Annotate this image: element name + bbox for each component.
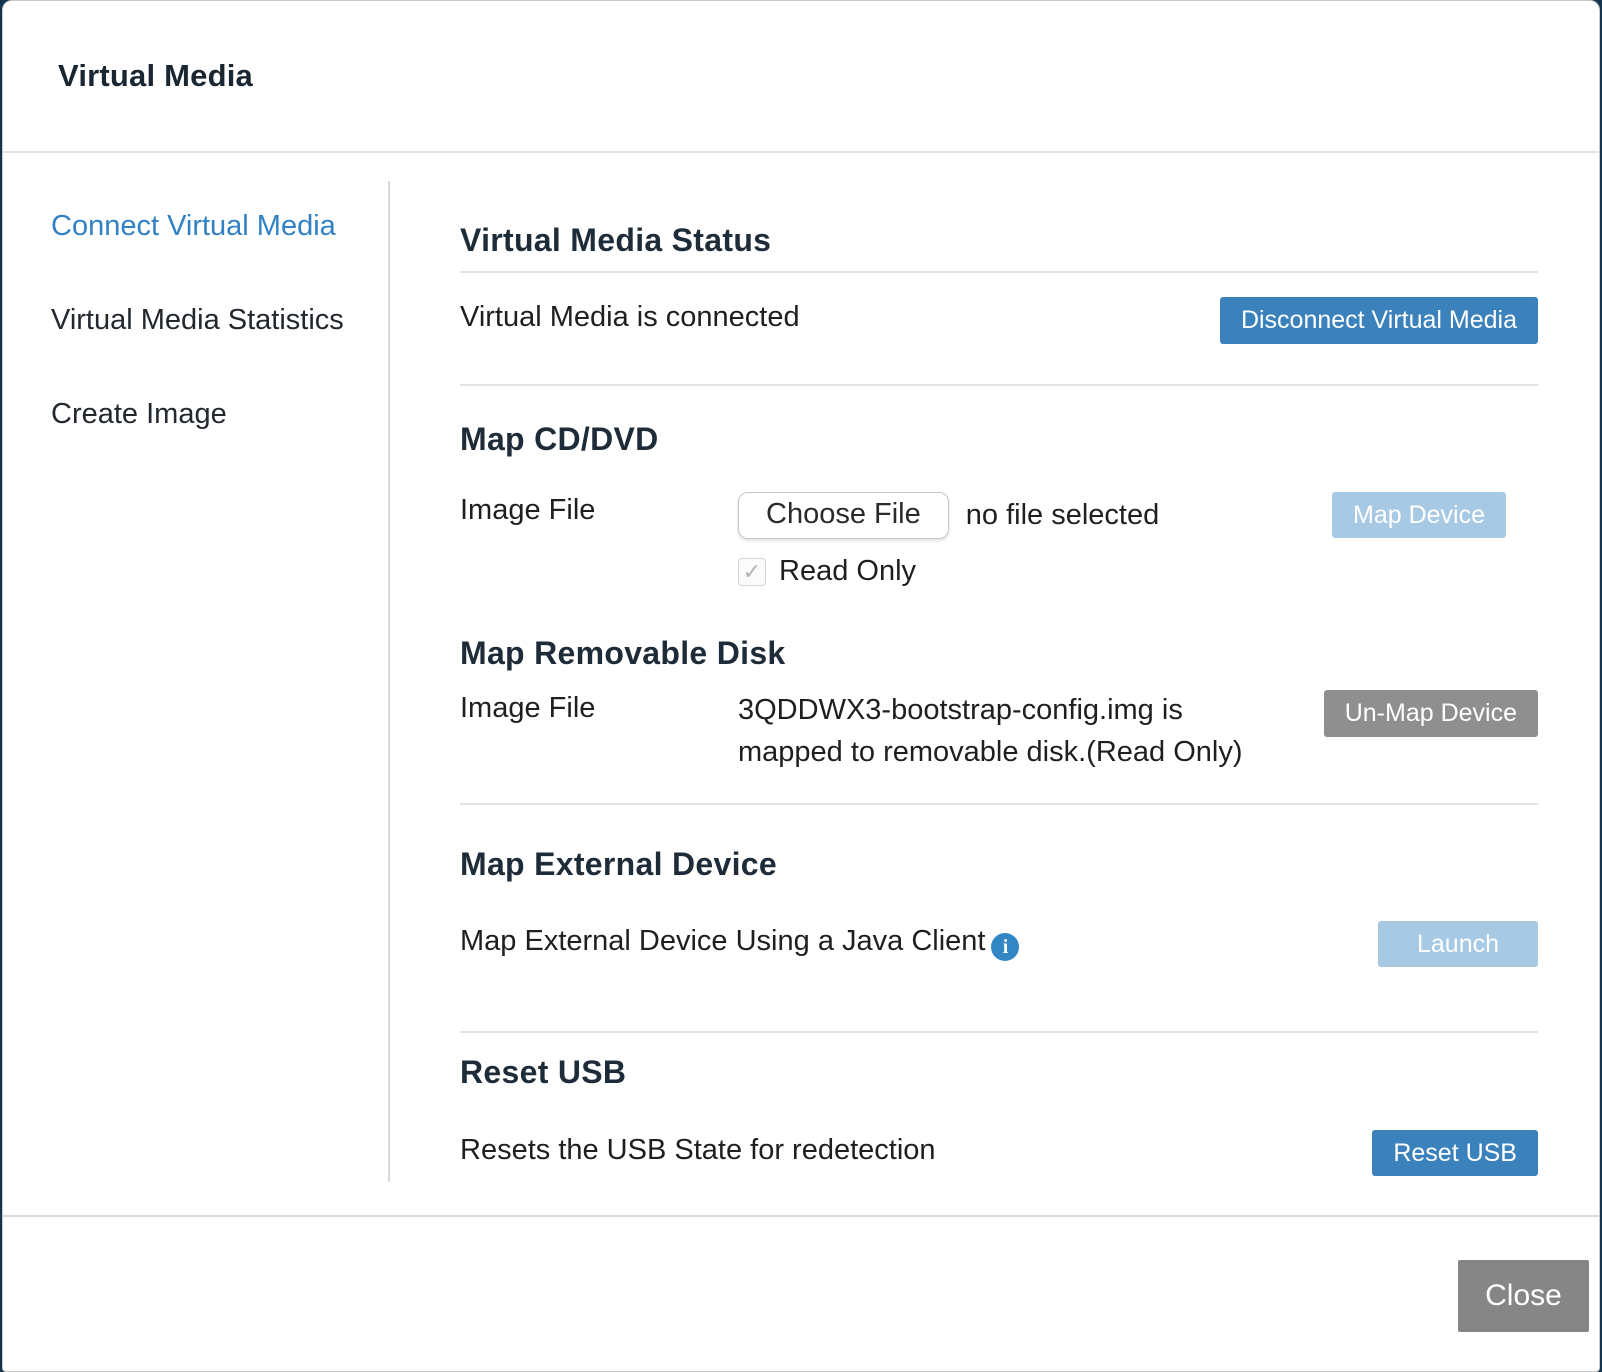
mapped-image-text-line1: 3QDDWX3-bootstrap-config.img is [738,694,1183,727]
disconnect-virtual-media-button[interactable]: Disconnect Virtual Media [1219,297,1538,344]
choose-file-button[interactable]: Choose File [738,492,949,540]
status-message: Virtual Media is connected [460,301,800,334]
unmap-device-button[interactable]: Un-Map Device [1323,690,1538,737]
sidebar-divider [388,181,390,1182]
map-device-button[interactable]: Map Device [1332,492,1506,539]
cd-image-file-label: Image File [460,494,596,527]
reset-usb-button[interactable]: Reset USB [1372,1129,1538,1177]
removable-image-file-label: Image File [460,692,596,725]
java-client-text-label: Map External Device Using a Java Client [460,925,986,958]
mapped-image-text: 3QDDWX3-bootstrap-config.img is mapped t… [738,690,1324,772]
check-icon: ✓ [742,558,762,584]
sidebar-item-create-image[interactable]: Create Image [51,398,390,431]
launch-button[interactable]: Launch [1378,921,1538,968]
section-divider [460,383,1538,386]
section-divider [460,1031,1538,1034]
section-divider [460,802,1538,805]
no-file-selected-text: no file selected [965,499,1160,532]
status-heading-divider [460,271,1538,274]
dialog-body: Connect Virtual Media Virtual Media Stat… [3,153,1599,1215]
dialog-title: Virtual Media [58,58,253,93]
sidebar-item-virtual-media-statistics[interactable]: Virtual Media Statistics [51,304,390,337]
virtual-media-dialog: Virtual Media Connect Virtual Media Virt… [2,0,1600,1372]
reset-usb-heading: Reset USB [460,1054,627,1091]
sidebar: Connect Virtual Media Virtual Media Stat… [3,153,390,1215]
read-only-label: Read Only [779,555,917,588]
map-removable-disk-heading: Map Removable Disk [460,635,786,672]
info-icon[interactable]: i [991,933,1020,962]
dialog-header: Virtual Media [3,1,1599,153]
dialog-footer: Close [3,1215,1599,1371]
map-external-device-heading: Map External Device [460,845,777,882]
reset-usb-text: Resets the USB State for redetection [460,1133,936,1166]
read-only-checkbox[interactable]: ✓ [738,557,766,586]
close-button[interactable]: Close [1458,1260,1589,1332]
map-cd-dvd-heading: Map CD/DVD [460,420,659,457]
content-pane: Virtual Media Status Virtual Media is co… [390,153,1599,1215]
mapped-image-text-line2: mapped to removable disk.(Read Only) [738,735,1243,768]
sidebar-item-connect-virtual-media[interactable]: Connect Virtual Media [51,210,390,243]
status-section-heading: Virtual Media Status [460,222,772,258]
java-client-text: Map External Device Using a Java Client i [460,921,1378,962]
